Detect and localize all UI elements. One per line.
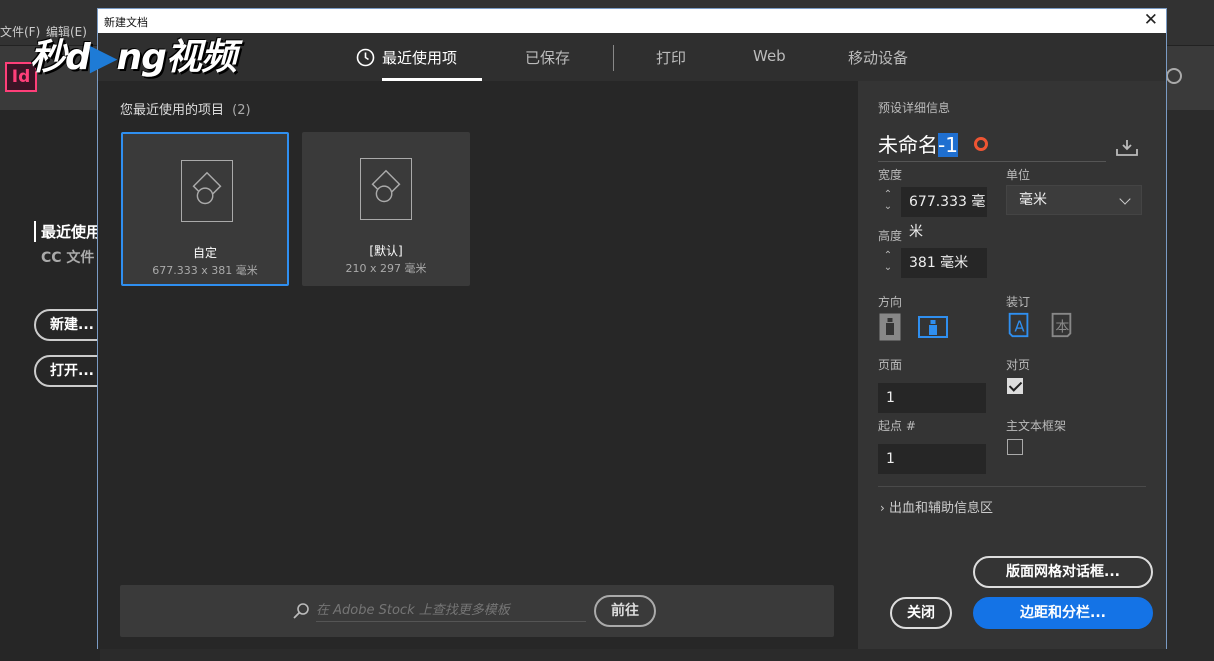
unit-label: 单位 [1006,168,1031,182]
preset-size: 210 x 297 毫米 [345,262,427,275]
tab-print[interactable]: 打印 [656,47,686,68]
preset-details-heading: 预设详细信息 [878,101,951,115]
start-recent-label[interactable]: 最近使用 [34,221,101,242]
document-name-field[interactable]: 未命名-1 [878,129,958,158]
pages-input[interactable]: 1 [878,383,986,413]
orientation-label: 方向 [878,295,903,309]
pages-label: 页面 [878,358,903,372]
cursor-marker-icon [974,137,988,151]
landscape-icon[interactable] [918,313,950,341]
margins-columns-button[interactable]: 边距和分栏... [973,597,1153,629]
width-input[interactable]: 677.333 毫米 [901,187,987,240]
document-preset-icon [360,158,412,220]
preset-details-panel: 预设详细信息 未命名-1 宽度 ⌃ ⌄ 677.333 毫米 单位 毫米 高度 ⌃… [858,81,1166,649]
width-stepper[interactable]: ⌃ ⌄ [878,187,898,217]
layout-grid-button[interactable]: 版面网格对话框... [973,556,1153,588]
save-preset-icon[interactable] [1116,139,1138,157]
preset-size: 677.333 x 381 毫米 [152,264,258,277]
bleed-slug-toggle[interactable]: › 出血和辅助信息区 [880,497,993,516]
clock-icon [356,48,375,67]
start-page-label: 起点 # [878,419,916,433]
start-cc-files[interactable]: CC 文件 [41,247,94,267]
close-button[interactable]: 关闭 [890,597,952,629]
tab-bar: 最近使用项 已保存 打印 Web 移动设备 [98,33,1166,81]
dialog-titlebar: 新建文档 ✕ [98,9,1166,33]
tab-web[interactable]: Web [753,47,786,65]
width-label: 宽度 [878,168,903,182]
primary-text-frame-checkbox[interactable] [1007,439,1023,455]
binding-left-to-right-icon[interactable]: A [1006,311,1032,339]
chevron-down-icon [1119,193,1131,205]
stock-search-input[interactable] [316,600,586,622]
svg-text:A: A [1014,318,1025,336]
unit-select[interactable]: 毫米 [1006,185,1142,215]
facing-pages-checkbox[interactable] [1007,378,1023,394]
chevron-right-icon: › [880,501,885,515]
portrait-icon[interactable] [878,313,904,341]
new-document-dialog: 新建文档 ✕ 最近使用项 已保存 打印 Web 移动设备 您最近使用的项目 (2… [97,8,1167,649]
svg-text:本: 本 [1055,320,1069,336]
start-page-input[interactable]: 1 [878,444,986,474]
preset-name: 自定 [192,246,217,260]
tab-divider [613,45,614,71]
stock-search-bar: 前往 [120,585,834,637]
panel-divider [878,486,1146,487]
document-name-underline [878,161,1106,162]
document-preset-icon [181,160,233,222]
recent-items-heading: 您最近使用的项目 (2) [120,103,251,118]
height-input[interactable]: 381 毫米 [901,248,987,278]
watermark-logo: 秒d▶ng视频 [30,37,237,78]
search-icon [293,603,309,619]
go-button[interactable]: 前往 [594,595,656,627]
height-stepper[interactable]: ⌃ ⌄ [878,248,898,278]
primary-text-frame-label: 主文本框架 [1006,419,1067,433]
facing-pages-label: 对页 [1006,358,1031,372]
circle-icon [1166,68,1182,84]
binding-right-to-left-icon[interactable]: 本 [1048,311,1074,339]
binding-label: 装订 [1006,295,1031,309]
recent-items-area: 您最近使用的项目 (2) 自定 677.333 x 381 毫米 [默认] 21… [98,81,858,649]
preset-tile-custom[interactable]: 自定 677.333 x 381 毫米 [121,132,289,286]
tab-recent[interactable]: 最近使用项 [382,47,457,68]
preset-tile-default[interactable]: [默认] 210 x 297 毫米 [302,132,470,286]
height-label: 高度 [878,229,903,243]
close-icon[interactable]: ✕ [1144,10,1158,30]
tab-saved[interactable]: 已保存 [525,47,570,68]
preset-name: [默认] [369,244,403,258]
tab-mobile[interactable]: 移动设备 [848,47,908,68]
